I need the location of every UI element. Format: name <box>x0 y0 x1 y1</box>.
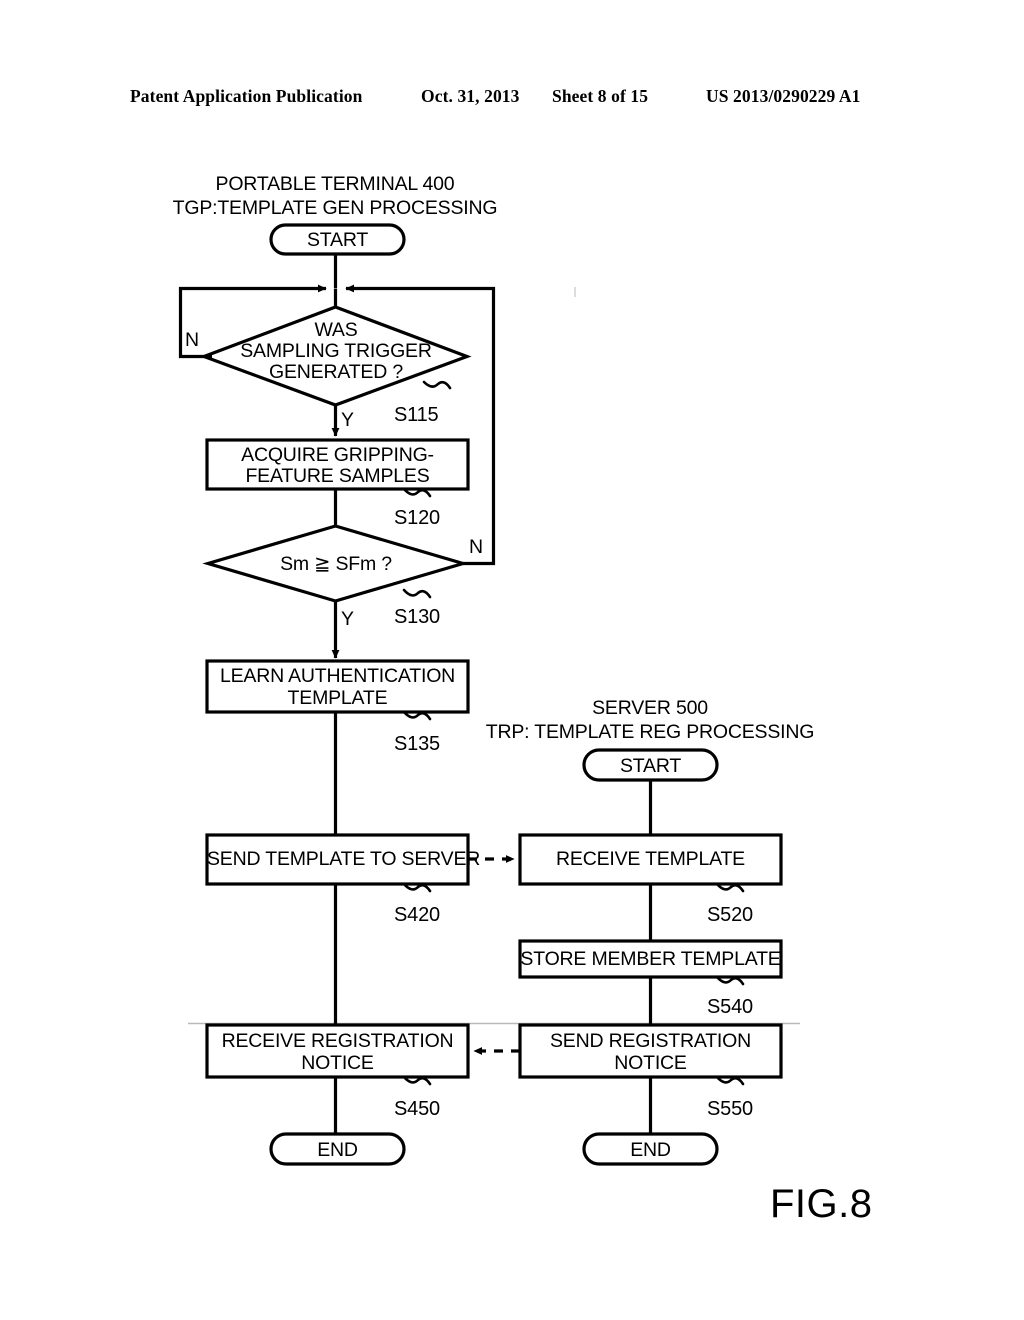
process-s120-line1: ACQUIRE GRIPPING- <box>241 444 434 466</box>
process-s540-line1: STORE MEMBER TEMPLATE <box>520 948 781 970</box>
step-number-s420: S420 <box>394 904 440 926</box>
s115-yes-label: Y <box>341 409 355 431</box>
decision-s115-line1: WAS <box>314 319 358 341</box>
right-column-title-line1: SERVER 500 <box>592 697 708 719</box>
process-s420-line1: SEND TEMPLATE TO SERVER <box>207 848 481 870</box>
decision-s115-line2: SAMPLING TRIGGER <box>240 340 432 362</box>
process-s550-line2: NOTICE <box>614 1052 687 1074</box>
flowchart-figure: PORTABLE TERMINAL 400 TGP:TEMPLATE GEN P… <box>0 0 1024 1320</box>
step-number-s550: S550 <box>707 1098 753 1120</box>
step-number-s540: S540 <box>707 996 753 1018</box>
end-label-right: END <box>630 1139 671 1161</box>
decision-s115-line3: GENERATED ? <box>269 361 403 383</box>
process-s450-line2: NOTICE <box>301 1052 374 1074</box>
figure-caption: FIG.8 <box>770 1182 873 1226</box>
process-s120-line2: FEATURE SAMPLES <box>245 465 430 487</box>
leader-s130 <box>402 588 432 599</box>
step-number-s450: S450 <box>394 1098 440 1120</box>
s130-no-label: N <box>469 536 484 558</box>
decision-s130-line1: Sm ≧ SFm ? <box>280 553 392 575</box>
start-label-left: START <box>306 229 369 251</box>
step-number-s520: S520 <box>707 904 753 926</box>
right-column-title-line2: TRP: TEMPLATE REG PROCESSING <box>485 721 815 743</box>
process-s450-line1: RECEIVE REGISTRATION <box>221 1030 454 1052</box>
process-s550-line1: SEND REGISTRATION <box>549 1030 751 1052</box>
step-number-s135: S135 <box>394 733 440 755</box>
process-s520-line1: RECEIVE TEMPLATE <box>556 848 745 870</box>
start-label-right: START <box>619 755 682 777</box>
step-number-s130: S130 <box>394 606 440 628</box>
step-number-s115: S115 <box>394 404 439 426</box>
end-label-left: END <box>317 1139 358 1161</box>
step-number-s120: S120 <box>394 507 440 529</box>
s130-yes-label: Y <box>341 608 355 630</box>
process-s135-line2: TEMPLATE <box>287 687 388 709</box>
s115-no-label: N <box>185 329 200 351</box>
left-column-title-line1: PORTABLE TERMINAL 400 <box>215 173 455 195</box>
left-column-title-line2: TGP:TEMPLATE GEN PROCESSING <box>172 197 498 219</box>
process-s135-line1: LEARN AUTHENTICATION <box>219 665 456 687</box>
